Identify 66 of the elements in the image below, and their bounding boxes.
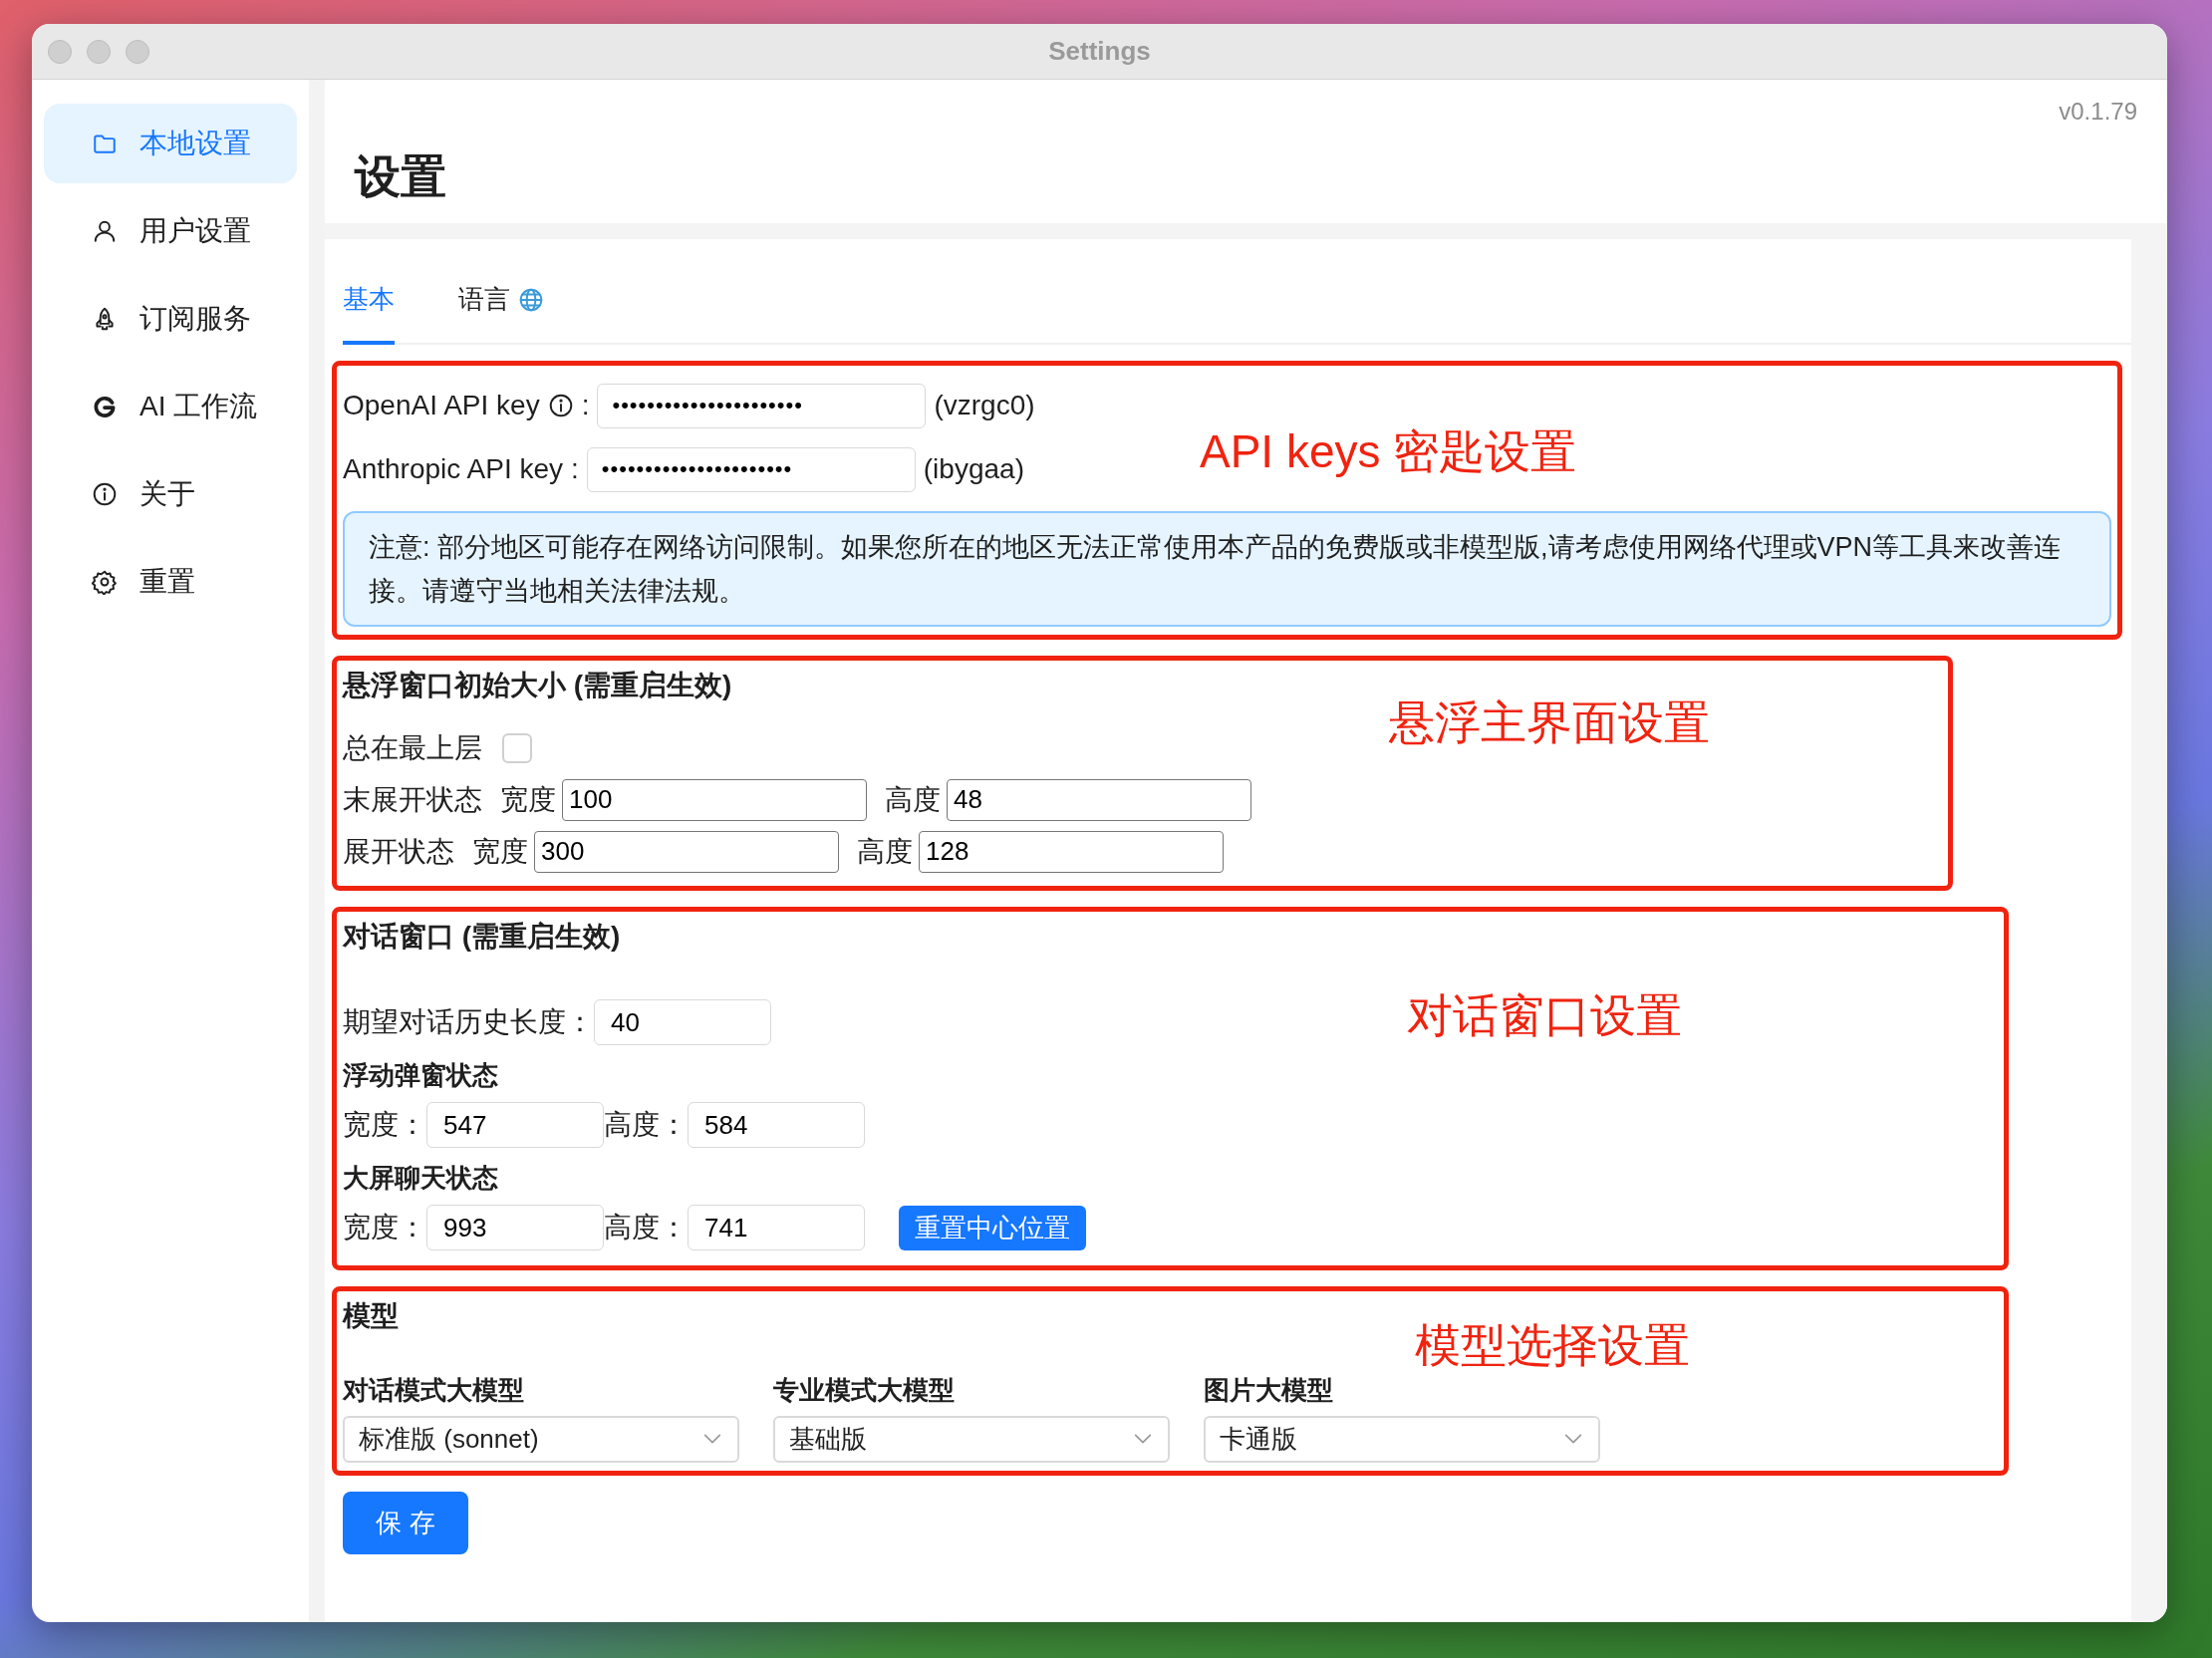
key-suffix: (vzrgc0) [934, 389, 1035, 422]
api-key-field[interactable]: •••••••••••••••••••••• [597, 383, 927, 428]
section-title: 对话窗口 (需重启生效) [343, 919, 622, 954]
field-label: 宽度 [500, 782, 556, 817]
colon-text: : [581, 389, 590, 422]
row-label: 末展开状态 [343, 782, 482, 817]
page-title: 设置 [355, 149, 446, 204]
annotation-label: 悬浮主界面设置 [1389, 695, 1710, 750]
window-title: Settings [1048, 35, 1151, 68]
group-title: 浮动弹窗状态 [343, 1059, 499, 1093]
letter-g-icon [92, 394, 118, 419]
group-title: 大屏聊天状态 [343, 1162, 499, 1196]
info-icon [92, 481, 118, 507]
save-button[interactable]: 保 存 [343, 1491, 468, 1554]
field-label: 期望对话历史长度： [343, 1005, 594, 1040]
tab[interactable]: 语言 [458, 280, 544, 345]
row-label: 展开状态 [343, 834, 454, 869]
tab[interactable]: 基本 [343, 280, 395, 345]
gear-icon [92, 569, 118, 595]
sidebar-item[interactable]: 用户设置 [44, 191, 297, 271]
field-label: 高度： [604, 1108, 688, 1143]
width-field[interactable]: 993 [426, 1205, 604, 1251]
field-label: OpenAI API key [343, 389, 540, 422]
field-label: Anthropic API key [343, 452, 563, 486]
height-field[interactable]: 584 [688, 1102, 865, 1149]
height-field[interactable]: 128 [919, 830, 1224, 873]
notice-alert: 注意: 部分地区可能存在网络访问限制。如果您所在的地区无法正常使用本产品的免费版或非模型版,请考虑使用网络代理或VPN等工具来改善连接。请遵守当地相关法律法规。 [343, 511, 2111, 627]
width-field[interactable]: 300 [534, 830, 839, 873]
sidebar-item[interactable]: 关于 [44, 454, 297, 534]
annotation-label: 对话窗口设置 [1407, 987, 1682, 1043]
height-field[interactable]: 741 [688, 1205, 865, 1251]
field-label: 高度 [857, 834, 913, 869]
select-label: 图片大模型 [1204, 1373, 1334, 1407]
select-label: 专业模式大模型 [773, 1373, 956, 1407]
annotation-label: 模型选择设置 [1415, 1318, 1690, 1374]
minimize-button[interactable] [87, 40, 111, 64]
width-field[interactable]: 547 [426, 1102, 604, 1149]
history-length-field[interactable]: 40 [594, 999, 771, 1046]
field-label: 宽度 [472, 834, 528, 869]
select-label: 对话模式大模型 [343, 1373, 525, 1407]
api-key-field[interactable]: •••••••••••••••••••••• [586, 446, 916, 492]
field-label: 高度： [604, 1211, 688, 1245]
model-select[interactable]: 基础版 [773, 1415, 1170, 1463]
field-label: 宽度： [343, 1108, 426, 1143]
sidebar-item[interactable]: 本地设置 [44, 104, 297, 183]
width-field[interactable]: 100 [562, 778, 867, 821]
reset-position-button[interactable]: 重置中心位置 [899, 1205, 1086, 1250]
sidebar-item[interactable]: 订阅服务 [44, 279, 297, 359]
close-button[interactable] [48, 40, 72, 64]
colon-text: : [571, 452, 579, 486]
field-label: 宽度： [343, 1211, 426, 1245]
section-title: 模型 [343, 1299, 400, 1333]
section-title: 悬浮窗口初始大小 (需重启生效) [343, 669, 733, 702]
sidebar-item[interactable]: AI 工作流 [44, 367, 297, 446]
field-label: 高度 [885, 782, 941, 817]
model-select[interactable]: 标准版 (sonnet) [343, 1415, 739, 1463]
zoom-button[interactable] [126, 40, 149, 64]
annotation-label: API keys 密匙设置 [1200, 424, 1577, 479]
checkbox-label: 总在最上层 [343, 730, 482, 765]
user-icon [92, 218, 118, 244]
key-suffix: (ibygaa) [923, 452, 1024, 486]
height-field[interactable]: 48 [947, 778, 1251, 821]
version-label: v0.1.79 [2059, 97, 2137, 127]
sidebar-item[interactable]: 重置 [44, 542, 297, 622]
model-select[interactable]: 卡通版 [1204, 1415, 1600, 1463]
checkbox[interactable] [502, 732, 532, 763]
